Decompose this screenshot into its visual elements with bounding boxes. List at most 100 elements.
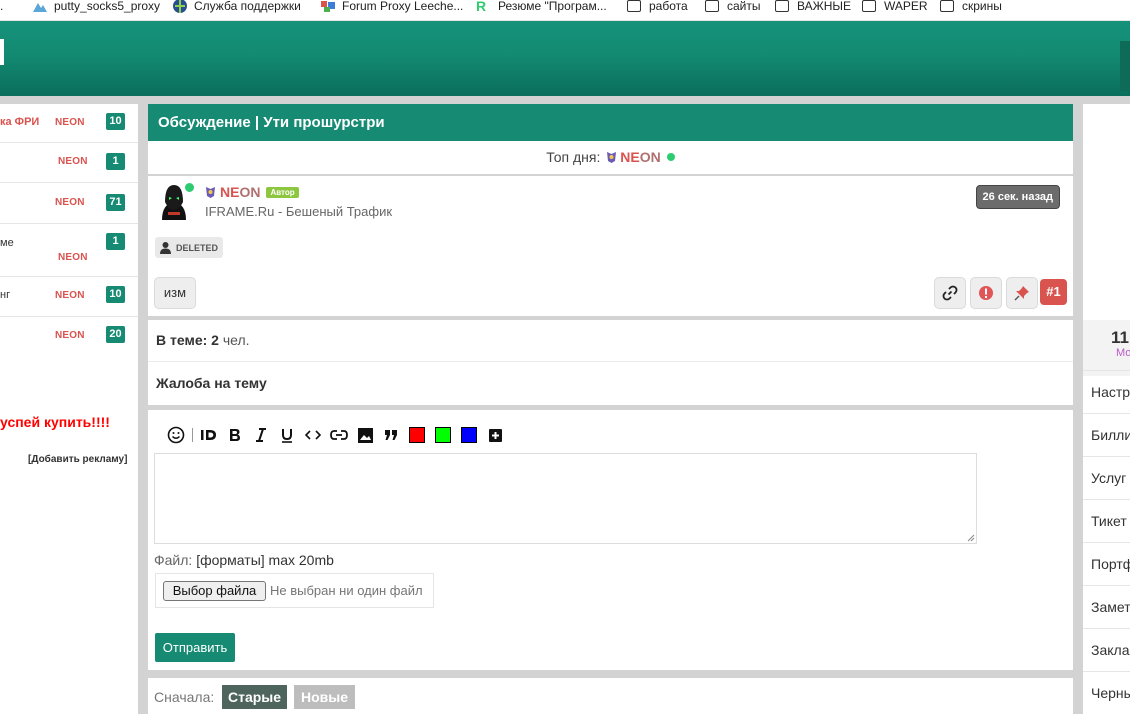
topic-count-badge: 1: [106, 233, 125, 250]
menu-item-blacklist[interactable]: Черны: [1083, 671, 1130, 714]
topic-author[interactable]: NEON: [55, 330, 85, 341]
left-sidebar: ка ФРИ NEON 10 NEON 1 NEON 71 ме NEON 1 …: [0, 104, 138, 714]
resize-handle-icon[interactable]: [967, 534, 975, 542]
bookmark-partial[interactable]: .: [0, 0, 3, 16]
top-day-user[interactable]: NEON: [620, 149, 660, 165]
balance-count: 11: [1111, 328, 1129, 347]
mountain-icon: [33, 2, 47, 12]
bookmark-folder-waper[interactable]: WAPER: [862, 0, 928, 16]
bookmark-forum[interactable]: Forum Proxy Leeche...: [320, 0, 463, 16]
menu-item-notes[interactable]: Замет: [1083, 585, 1130, 628]
topic-title[interactable]: ме: [0, 237, 14, 249]
folder-icon: [627, 0, 641, 12]
balance-sub: Мо: [1116, 347, 1130, 359]
pin-icon: [1014, 286, 1029, 301]
add-ad-link[interactable]: [Добавить рекламу]: [28, 454, 127, 465]
topic-list-item[interactable]: ка ФРИ NEON 10: [0, 104, 138, 143]
submit-button[interactable]: Отправить: [155, 633, 235, 662]
user-rank-icon: [206, 187, 215, 198]
divider: [148, 361, 1073, 362]
sort-new-button[interactable]: Новые: [294, 685, 356, 709]
topic-list-item[interactable]: NEON 71: [0, 183, 138, 224]
author-badge: Автор: [266, 187, 299, 198]
image-button[interactable]: [352, 425, 378, 445]
link-icon: [330, 430, 348, 440]
quote-button[interactable]: [378, 425, 404, 445]
bold-button[interactable]: [222, 425, 248, 445]
in-topic-count: В теме: 2 чел.: [156, 332, 250, 348]
topic-author[interactable]: NEON: [58, 252, 88, 263]
folder-icon: [940, 0, 954, 12]
color-red-button[interactable]: [409, 427, 425, 443]
bookmark-support[interactable]: Служба поддержки: [172, 0, 301, 16]
italic-icon: [256, 428, 266, 442]
menu-item-portfolio[interactable]: Портф: [1083, 542, 1130, 585]
italic-button[interactable]: [248, 425, 274, 445]
bookmark-folder-important[interactable]: ВАЖНЫЕ: [775, 0, 851, 16]
folder-icon: [862, 0, 876, 12]
site-header: [0, 21, 1130, 96]
edit-button[interactable]: изм: [154, 277, 196, 309]
bookmark-resume[interactable]: R Резюме "Програм...: [476, 0, 607, 16]
editor-toolbar: [163, 425, 508, 445]
top-day-label: Топ дня:: [546, 149, 601, 165]
post-card: NEON Автор IFRAME.Ru - Бешеный Трафик 26 …: [148, 176, 1073, 316]
link-insert-button[interactable]: [326, 425, 352, 445]
site-logo-fragment[interactable]: [0, 39, 4, 65]
color-green-button[interactable]: [435, 427, 451, 443]
topic-list-item[interactable]: NEON 20: [0, 317, 138, 357]
link-button[interactable]: [934, 277, 966, 309]
topic-list-item[interactable]: NEON 1: [0, 143, 138, 183]
pin-button[interactable]: [1006, 277, 1038, 309]
message-textarea[interactable]: [154, 453, 977, 544]
id-button[interactable]: [196, 425, 222, 445]
report-button[interactable]: [970, 277, 1002, 309]
bookmark-label: putty_socks5_proxy: [54, 0, 161, 13]
reply-editor: Файл: [форматы] max 20mb Выбор файла Не …: [148, 410, 1073, 670]
bookmark-label: Резюме "Програм...: [498, 0, 607, 13]
post-author-status: IFRAME.Ru - Бешеный Трафик: [205, 204, 393, 219]
complaint-link[interactable]: Жалоба на тему: [156, 375, 267, 391]
underline-button[interactable]: [274, 425, 300, 445]
smiley-button[interactable]: [163, 425, 189, 445]
more-button[interactable]: [482, 425, 508, 445]
menu-item-settings[interactable]: Настр: [1083, 370, 1130, 413]
topic-author[interactable]: NEON: [58, 156, 88, 167]
promo-text[interactable]: успей купить!!!!: [0, 414, 110, 430]
r-logo-icon: R: [476, 0, 487, 14]
bookmark-folder-screens[interactable]: скрины: [940, 0, 1002, 16]
globe-icon: [173, 0, 187, 13]
topic-list-item[interactable]: ме NEON 1: [0, 224, 138, 277]
right-sidebar: 11 Мо Настр Билли Услуг Тикет Портф Заме…: [1083, 104, 1130, 714]
online-status-icon: [183, 181, 196, 194]
bookmark-label: Forum Proxy Leeche...: [342, 0, 464, 13]
choose-file-button[interactable]: Выбор файла: [163, 581, 266, 601]
sort-old-button[interactable]: Старые: [222, 685, 288, 709]
color-blue-button[interactable]: [461, 427, 477, 443]
menu-item-tickets[interactable]: Тикет: [1083, 499, 1130, 542]
topic-title[interactable]: ка ФРИ: [0, 116, 39, 128]
topic-list-item[interactable]: нг NEON 10: [0, 277, 138, 317]
bookmark-label: ВАЖНЫЕ: [797, 0, 851, 13]
post-author[interactable]: NEON Автор: [205, 184, 299, 200]
alert-icon: [979, 286, 993, 300]
bookmark-putty[interactable]: putty_socks5_proxy: [32, 0, 160, 16]
topic-author[interactable]: NEON: [55, 117, 85, 128]
code-icon: [305, 430, 321, 440]
smiley-icon: [167, 426, 185, 444]
bookmark-folder-work[interactable]: работа: [627, 0, 688, 16]
topic-author[interactable]: NEON: [55, 197, 85, 208]
topic-title[interactable]: нг: [0, 289, 10, 301]
forum-icon: [321, 0, 335, 12]
post-number-badge[interactable]: #1: [1040, 279, 1067, 305]
header-decoration: [1120, 41, 1130, 91]
code-button[interactable]: [300, 425, 326, 445]
bookmark-label: работа: [649, 0, 688, 13]
bold-icon: [230, 429, 240, 441]
topic-author[interactable]: NEON: [55, 290, 85, 301]
menu-item-bookmarks[interactable]: Закла: [1083, 628, 1130, 671]
bookmarks-bar: . putty_socks5_proxy Служба поддержки Fo…: [0, 0, 1130, 21]
menu-item-services[interactable]: Услуг: [1083, 456, 1130, 499]
menu-item-billing[interactable]: Билли: [1083, 413, 1130, 456]
bookmark-folder-sites[interactable]: сайты: [705, 0, 761, 16]
